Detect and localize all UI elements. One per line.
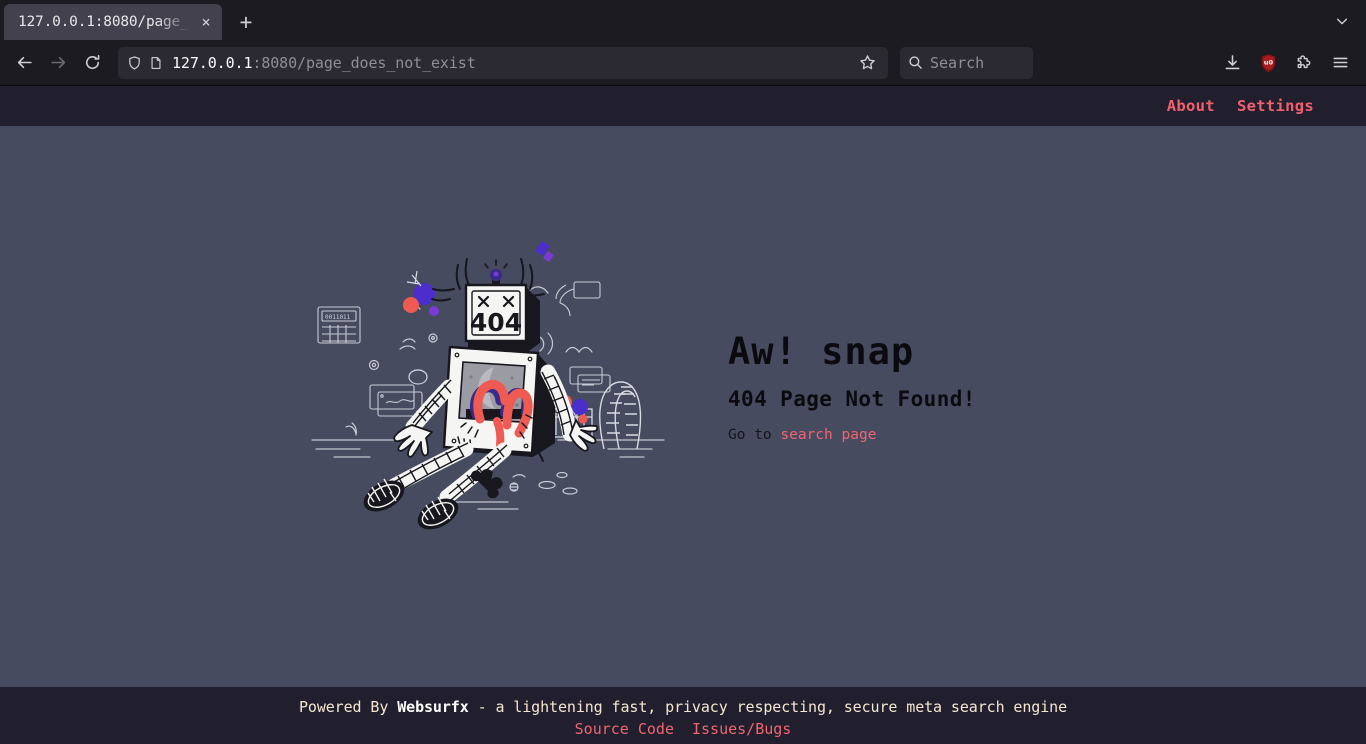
svg-text:u0: u0 <box>1263 58 1273 66</box>
robot-torso <box>442 345 555 457</box>
ublock-origin-button[interactable]: u0 <box>1252 47 1284 79</box>
url-host: 127.0.0.1 <box>172 53 253 72</box>
tab-strip: 127.0.0.1:8080/page_d × + <box>0 0 1366 40</box>
search-icon <box>909 56 922 69</box>
footer-links: Source Code Issues/Bugs <box>575 720 792 738</box>
error-heading: Aw! snap <box>728 330 915 373</box>
footer-link-source-code[interactable]: Source Code <box>575 720 674 738</box>
nav-link-about[interactable]: About <box>1167 97 1215 115</box>
svg-text:0011011: 0011011 <box>325 314 351 321</box>
go-to-prefix: Go to <box>728 427 781 443</box>
puzzle-piece-icon <box>1297 55 1310 69</box>
url-text: 127.0.0.1:8080/page_does_not_exist <box>172 54 852 72</box>
chevron-down-icon <box>1336 18 1348 25</box>
search-placeholder: Search <box>930 53 985 72</box>
robot-left-hand <box>393 423 433 458</box>
reload-button[interactable] <box>76 47 108 79</box>
reload-icon <box>85 54 99 70</box>
back-button[interactable] <box>8 47 40 79</box>
download-icon <box>1225 55 1239 70</box>
site-header: About Settings <box>0 86 1366 126</box>
toolbar-right-actions: u0 <box>1216 47 1356 79</box>
search-bar[interactable]: Search <box>900 46 1033 79</box>
downloads-button[interactable] <box>1216 47 1248 79</box>
page-document-icon[interactable] <box>149 55 163 71</box>
nav-link-settings[interactable]: Settings <box>1237 97 1314 115</box>
url-bar-icons <box>127 55 163 71</box>
list-all-tabs-button[interactable] <box>1326 6 1358 36</box>
footer-tagline-text: - a lightening fast, privacy respecting,… <box>468 697 1068 716</box>
page-content: About Settings 0011011 404 Aw! snap 404 … <box>0 86 1366 744</box>
error-message-block: Aw! snap 404 Page Not Found! Go to searc… <box>728 330 1058 443</box>
app-menu-button[interactable] <box>1324 47 1356 79</box>
url-bar[interactable]: 127.0.0.1:8080/page_does_not_exist <box>118 46 888 79</box>
doodle-panel-left: 0011011 <box>317 305 361 344</box>
arrow-left-icon <box>17 56 32 69</box>
browser-tab[interactable]: 127.0.0.1:8080/page_d × <box>4 4 222 40</box>
robot-head: 404 <box>464 258 540 353</box>
navigation-toolbar: 127.0.0.1:8080/page_does_not_exist Searc… <box>0 40 1366 85</box>
forward-button[interactable] <box>42 47 74 79</box>
url-path: :8080/page_does_not_exist <box>252 53 476 72</box>
tab-title: 127.0.0.1:8080/page_d <box>18 14 196 30</box>
footer-powered-by: Powered By <box>298 697 398 716</box>
extensions-button[interactable] <box>1288 47 1320 79</box>
error-subheading: 404 Page Not Found! <box>728 387 976 411</box>
doodle-spark <box>406 270 422 286</box>
site-footer: Powered By Websurfx - a lightening fast,… <box>0 687 1366 744</box>
footer-tagline: Powered By Websurfx - a lightening fast,… <box>299 698 1067 716</box>
footer-brand: Websurfx <box>397 697 469 716</box>
footer-link-issues-bugs[interactable]: Issues/Bugs <box>692 720 791 738</box>
shield-icon[interactable] <box>127 55 142 71</box>
hamburger-menu-icon <box>1333 57 1347 68</box>
error-go-to-line: Go to search page <box>728 427 1058 443</box>
robot-404-text: 404 <box>470 308 522 337</box>
error-page-main: 0011011 404 Aw! snap 404 Page Not Found!… <box>0 126 1366 687</box>
doodle-bolt <box>535 240 554 262</box>
doodle-tube <box>599 380 642 449</box>
arrow-right-icon <box>50 56 65 69</box>
ublock-shield-icon: u0 <box>1261 53 1275 72</box>
star-icon <box>859 55 875 70</box>
browser-chrome: 127.0.0.1:8080/page_d × + 127.0.0.1:8080… <box>0 0 1366 86</box>
search-page-link[interactable]: search page <box>780 427 876 443</box>
tab-close-icon[interactable]: × <box>196 12 216 32</box>
bookmark-button[interactable] <box>852 49 882 77</box>
new-tab-button[interactable]: + <box>230 6 262 38</box>
robot-legs <box>363 441 512 529</box>
broken-robot-illustration: 0011011 404 <box>311 240 665 529</box>
